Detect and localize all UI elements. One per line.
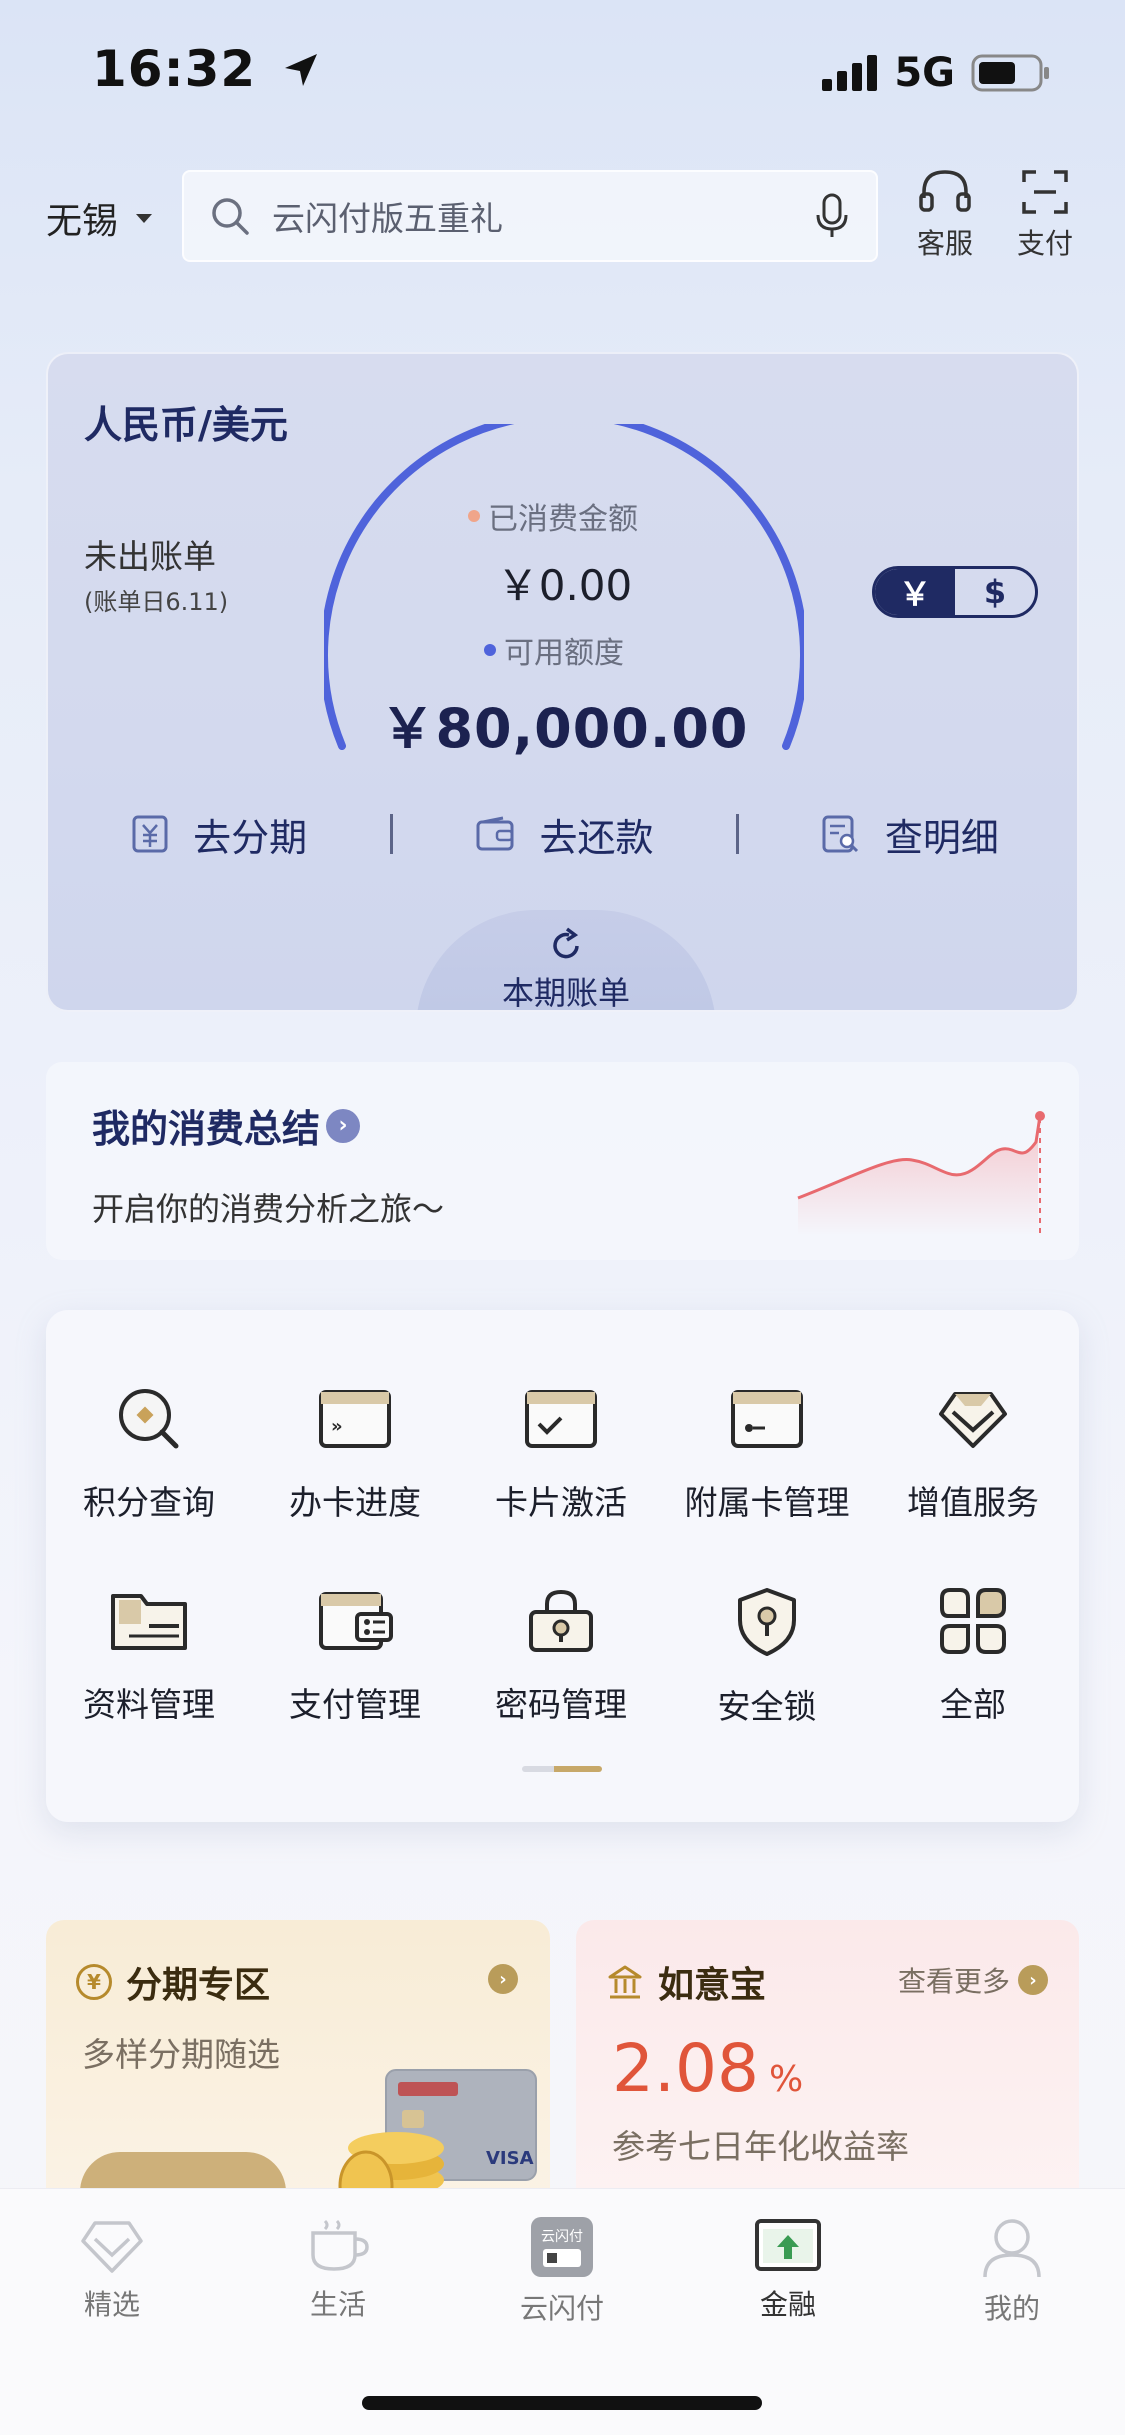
ruyibao-card[interactable]: 如意宝 查看更多 › 2.08 % 参考七日年化收益率 — [576, 1920, 1079, 2220]
view-more-label: 查看更多 — [898, 1965, 1011, 1998]
chevron-right-icon[interactable]: › — [488, 1964, 518, 1994]
service-payment-manage[interactable]: 支付管理 — [252, 1586, 458, 1726]
all-apps-icon — [940, 1588, 1006, 1654]
search-placeholder: 云闪付版五重礼 — [272, 199, 503, 238]
value-added-icon — [939, 1392, 1007, 1448]
installment-zone-card[interactable]: ¥ 分期专区 › 多样分期随选 VISA — [46, 1920, 550, 2220]
bill-card: 人民币/美元 未出账单 (账单日6.11) 已消费金额 ￥0.00 可用额度 ￥… — [46, 352, 1079, 1012]
city-selector[interactable]: 无锡 — [46, 192, 153, 244]
tab-cloud-quickpass[interactable]: 云闪付 云闪付 — [482, 2215, 642, 2327]
service-value-added[interactable]: 增值服务 — [870, 1384, 1076, 1524]
customer-service-label: 客服 — [916, 227, 973, 260]
service-all[interactable]: 全部 — [870, 1586, 1076, 1726]
summary-title[interactable]: 我的消费总结 › — [92, 1098, 361, 1153]
current-bill-button[interactable]: 本期账单 — [416, 910, 716, 1012]
installment-icon — [132, 815, 168, 853]
wallet-icon — [476, 816, 514, 851]
card-activate-icon — [525, 1390, 597, 1448]
summary-subtitle: 开启你的消费分析之旅～ — [92, 1190, 445, 1228]
bank-building-icon — [608, 1965, 642, 1999]
pay-button[interactable]: 支付 — [1000, 168, 1090, 262]
signal-icon — [822, 55, 878, 91]
refresh-icon — [553, 927, 579, 959]
battery-icon — [971, 54, 1049, 92]
tab-finance[interactable]: 金融 — [708, 2215, 868, 2323]
svg-text:VISA: VISA — [486, 2148, 534, 2169]
service-supplementary-card[interactable]: 附属卡管理 — [664, 1384, 870, 1524]
customer-service-button[interactable]: 客服 — [900, 168, 990, 262]
payment-manage-icon — [319, 1592, 393, 1650]
profile-icon — [983, 2219, 1041, 2278]
supplementary-card-icon — [731, 1390, 803, 1448]
pay-label: 支付 — [1016, 227, 1073, 260]
yen-icon: ¥ — [76, 1964, 112, 2000]
consumption-summary-card[interactable]: 我的消费总结 › 开启你的消费分析之旅～ — [46, 1062, 1079, 1260]
services-grid: 积分查询 » 办卡进度 卡片激活 附属卡管理 增值服务 资料管理 支付管理 密码… — [46, 1310, 1079, 1822]
featured-icon — [81, 2221, 143, 2273]
status-time: 16:32 — [92, 40, 321, 98]
chevron-right-icon: › — [1018, 1965, 1049, 1995]
currency-toggle[interactable]: ￥ $ — [872, 566, 1038, 618]
profile-folder-icon — [111, 1594, 187, 1650]
security-shield-icon — [738, 1588, 796, 1656]
search-icon — [212, 198, 249, 235]
svg-text:»: » — [331, 1416, 343, 1437]
yield-description: 参考七日年化收益率 — [612, 2127, 909, 2166]
svg-text:云闪付: 云闪付 — [541, 2229, 583, 2245]
location-arrow-icon — [284, 54, 317, 86]
tab-featured[interactable]: 精选 — [32, 2215, 192, 2323]
home-indicator — [362, 2396, 762, 2410]
city-label: 无锡 — [46, 201, 119, 242]
spent-dot — [468, 510, 480, 522]
spent-label: 已消费金额 — [468, 494, 638, 538]
ruyibao-title: 如意宝 — [606, 1956, 766, 2008]
status-indicators: 5G — [822, 50, 1051, 96]
yield-rate: 2.08 % — [612, 2030, 804, 2107]
service-card-progress[interactable]: » 办卡进度 — [252, 1384, 458, 1524]
available-amount: ￥80,000.00 — [380, 697, 749, 760]
finance-icon — [755, 2219, 821, 2271]
cny-toggle[interactable]: ￥ — [875, 569, 955, 615]
points-search-icon — [119, 1389, 179, 1449]
trend-sparkline-icon — [797, 1111, 1045, 1238]
available-dot — [484, 644, 496, 656]
bill-actions: 去分期 去还款 查明细 — [48, 794, 1077, 874]
installment-button[interactable]: 去分期 — [48, 807, 390, 862]
installment-zone-title: ¥ 分期专区 — [76, 1956, 270, 2008]
microphone-icon[interactable] — [814, 193, 850, 239]
card-progress-icon: » — [319, 1390, 391, 1448]
available-label: 可用额度 — [484, 628, 624, 672]
headset-icon — [919, 170, 971, 212]
service-profile-manage[interactable]: 资料管理 — [46, 1586, 252, 1726]
life-cup-icon — [311, 2219, 369, 2271]
tab-life[interactable]: 生活 — [258, 2215, 418, 2323]
installment-zone-subtitle: 多样分期随选 — [82, 2035, 280, 2074]
cloud-quickpass-icon: 云闪付 — [531, 2217, 593, 2277]
password-lock-icon — [529, 1589, 593, 1652]
usd-toggle[interactable]: $ — [955, 569, 1035, 615]
scan-pay-icon — [1022, 170, 1068, 214]
current-bill-label: 本期账单 — [501, 974, 630, 1012]
service-card-activate[interactable]: 卡片激活 — [458, 1384, 664, 1524]
detail-button[interactable]: 查明细 — [739, 807, 1077, 862]
page-indicator — [522, 1766, 602, 1772]
service-security-lock[interactable]: 安全锁 — [664, 1586, 870, 1728]
service-password-manage[interactable]: 密码管理 — [458, 1586, 664, 1726]
search-bar[interactable]: 云闪付版五重礼 — [182, 170, 878, 262]
network-type: 5G — [894, 50, 955, 96]
service-points-query[interactable]: 积分查询 — [46, 1384, 252, 1524]
repay-button[interactable]: 去还款 — [393, 807, 735, 862]
chevron-right-icon: › — [326, 1108, 361, 1143]
chevron-down-icon — [136, 213, 153, 223]
tab-profile[interactable]: 我的 — [932, 2215, 1092, 2327]
currency-pair-title: 人民币/美元 — [84, 403, 288, 447]
detail-icon — [822, 815, 858, 853]
view-more-link[interactable]: 查看更多 › — [898, 1960, 1049, 2000]
